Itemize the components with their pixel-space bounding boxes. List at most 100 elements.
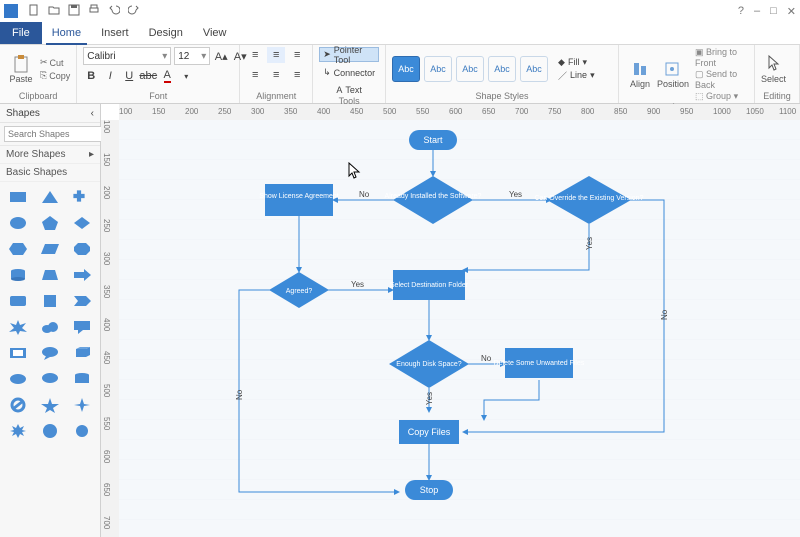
ribbon-group-arrange: Align Position ▣ Bring to Front ▢ Send t… bbox=[619, 45, 755, 103]
pointer-tool-button[interactable]: ➤ Pointer Tool bbox=[319, 47, 379, 62]
shape-hexagon[interactable] bbox=[4, 238, 32, 260]
align-center-icon[interactable]: ≡ bbox=[267, 67, 285, 83]
shape-rect[interactable] bbox=[4, 186, 32, 208]
shape-pentagon[interactable] bbox=[36, 212, 64, 234]
align-bottom-icon[interactable]: ≡ bbox=[288, 47, 306, 63]
underline-button[interactable]: U bbox=[121, 68, 137, 84]
basic-shapes-item[interactable]: Basic Shapes bbox=[0, 164, 100, 182]
shape-cylinder[interactable] bbox=[4, 264, 32, 286]
align-right-icon[interactable]: ≡ bbox=[288, 67, 306, 83]
font-color-button[interactable]: A bbox=[159, 68, 175, 84]
send-back-button[interactable]: ▢ Send to Back bbox=[695, 69, 748, 90]
shape-octagon[interactable] bbox=[68, 238, 96, 260]
line-button[interactable]: ／ Line ▾ bbox=[558, 69, 595, 82]
style-swatch-3[interactable]: Abc bbox=[456, 56, 484, 82]
position-button[interactable]: Position bbox=[657, 61, 687, 89]
shape-can[interactable] bbox=[68, 368, 96, 390]
undo-icon[interactable] bbox=[108, 4, 120, 19]
shape-plus[interactable] bbox=[68, 186, 96, 208]
shape-burst[interactable] bbox=[4, 316, 32, 338]
svg-text:Already Installed the Software: Already Installed the Software? bbox=[385, 193, 482, 200]
shape-chevron[interactable] bbox=[68, 290, 96, 312]
tab-view[interactable]: View bbox=[193, 22, 237, 44]
canvas[interactable]: Start Already Installed the Software? Sh… bbox=[119, 120, 800, 537]
minimize-icon[interactable]: – bbox=[754, 5, 760, 17]
shape-parallelogram[interactable] bbox=[36, 238, 64, 260]
flowchart-svg[interactable]: Start Already Installed the Software? Sh… bbox=[119, 120, 800, 537]
style-swatch-5[interactable]: Abc bbox=[520, 56, 548, 82]
text-tool-button[interactable]: A Text bbox=[333, 83, 365, 96]
shape-star8[interactable] bbox=[4, 420, 32, 442]
shape-star4[interactable] bbox=[68, 394, 96, 416]
more-shapes-item[interactable]: More Shapes▸ bbox=[0, 146, 100, 164]
edge-override-yes: Yes bbox=[585, 237, 594, 250]
shape-seal[interactable] bbox=[36, 420, 64, 442]
grow-font-icon[interactable]: A▴ bbox=[213, 48, 229, 64]
node-selectdest[interactable]: Select Destination Folder bbox=[390, 270, 469, 300]
node-stop[interactable]: Stop bbox=[405, 480, 453, 500]
shape-ellipse[interactable] bbox=[4, 212, 32, 234]
redo-icon[interactable] bbox=[128, 4, 140, 19]
paste-button[interactable]: Paste bbox=[6, 50, 36, 88]
strike-button[interactable]: abc bbox=[140, 68, 156, 84]
bring-front-button[interactable]: ▣ Bring to Front bbox=[695, 47, 748, 68]
shape-triangle[interactable] bbox=[36, 186, 64, 208]
copy-button[interactable]: ⎘ Copy bbox=[40, 70, 70, 81]
select-button[interactable]: Select bbox=[761, 54, 786, 84]
align-left-icon[interactable]: ≡ bbox=[246, 67, 264, 83]
node-copy[interactable]: Copy Files bbox=[399, 420, 459, 444]
fill-button[interactable]: ◆ Fill ▾ bbox=[558, 57, 595, 68]
shape-trapezoid[interactable] bbox=[36, 264, 64, 286]
help-icon[interactable]: ? bbox=[738, 5, 744, 17]
shape-callout[interactable] bbox=[68, 316, 96, 338]
node-showlic[interactable]: Show License Agreement bbox=[259, 184, 338, 216]
shape-round-callout[interactable] bbox=[36, 368, 64, 390]
align-top-icon[interactable]: ≡ bbox=[246, 47, 264, 63]
connector-tool-button[interactable]: ↳ Connector bbox=[320, 66, 378, 79]
node-already[interactable]: Already Installed the Software? bbox=[385, 176, 482, 224]
shape-cube[interactable] bbox=[68, 342, 96, 364]
shape-no[interactable] bbox=[4, 394, 32, 416]
shape-circle[interactable] bbox=[68, 420, 96, 442]
font-size-select[interactable]: 12▾ bbox=[174, 47, 210, 65]
node-delete[interactable]: Delete Some Unwanted Files bbox=[494, 348, 585, 378]
tab-design[interactable]: Design bbox=[139, 22, 193, 44]
shape-cloud[interactable] bbox=[36, 316, 64, 338]
new-icon[interactable] bbox=[28, 4, 40, 19]
style-swatch-1[interactable]: Abc bbox=[392, 56, 420, 82]
shapes-collapse-icon[interactable]: ‹ bbox=[91, 108, 94, 119]
font-name-select[interactable]: Calibri▾ bbox=[83, 47, 171, 65]
shape-arrow[interactable] bbox=[68, 264, 96, 286]
print-icon[interactable] bbox=[88, 4, 100, 19]
save-icon[interactable] bbox=[68, 4, 80, 19]
group-label-font: Font bbox=[83, 91, 233, 103]
svg-text:Delete Some Unwanted Files: Delete Some Unwanted Files bbox=[494, 360, 585, 367]
node-override[interactable]: Can Override the Existing Version? bbox=[535, 176, 644, 224]
close-icon[interactable]: ✕ bbox=[787, 5, 796, 18]
style-swatch-4[interactable]: Abc bbox=[488, 56, 516, 82]
shape-star5[interactable] bbox=[36, 394, 64, 416]
svg-text:Start: Start bbox=[423, 135, 443, 145]
align-button[interactable]: Align bbox=[625, 61, 655, 89]
align-middle-icon[interactable]: ≡ bbox=[267, 47, 285, 63]
tab-home[interactable]: Home bbox=[42, 22, 91, 44]
maximize-icon[interactable]: □ bbox=[770, 5, 777, 17]
style-swatch-2[interactable]: Abc bbox=[424, 56, 452, 82]
node-disk[interactable]: Enough Disk Space? bbox=[389, 340, 469, 388]
open-icon[interactable] bbox=[48, 4, 60, 19]
node-agreed[interactable]: Agreed? bbox=[269, 272, 329, 308]
shape-rounded[interactable] bbox=[4, 290, 32, 312]
italic-button[interactable]: I bbox=[102, 68, 118, 84]
tab-insert[interactable]: Insert bbox=[91, 22, 139, 44]
shape-square[interactable] bbox=[36, 290, 64, 312]
font-color-drop-icon[interactable]: ▾ bbox=[178, 68, 194, 84]
shape-ellipse2[interactable] bbox=[4, 368, 32, 390]
cut-button[interactable]: ✂ Cut bbox=[40, 57, 70, 68]
group-button[interactable]: ⬚ Group ▾ bbox=[695, 91, 748, 102]
shape-talk[interactable] bbox=[36, 342, 64, 364]
file-tab[interactable]: File bbox=[0, 22, 42, 44]
node-start[interactable]: Start bbox=[409, 130, 457, 150]
shape-frame[interactable] bbox=[4, 342, 32, 364]
shape-diamond[interactable] bbox=[68, 212, 96, 234]
bold-button[interactable]: B bbox=[83, 68, 99, 84]
